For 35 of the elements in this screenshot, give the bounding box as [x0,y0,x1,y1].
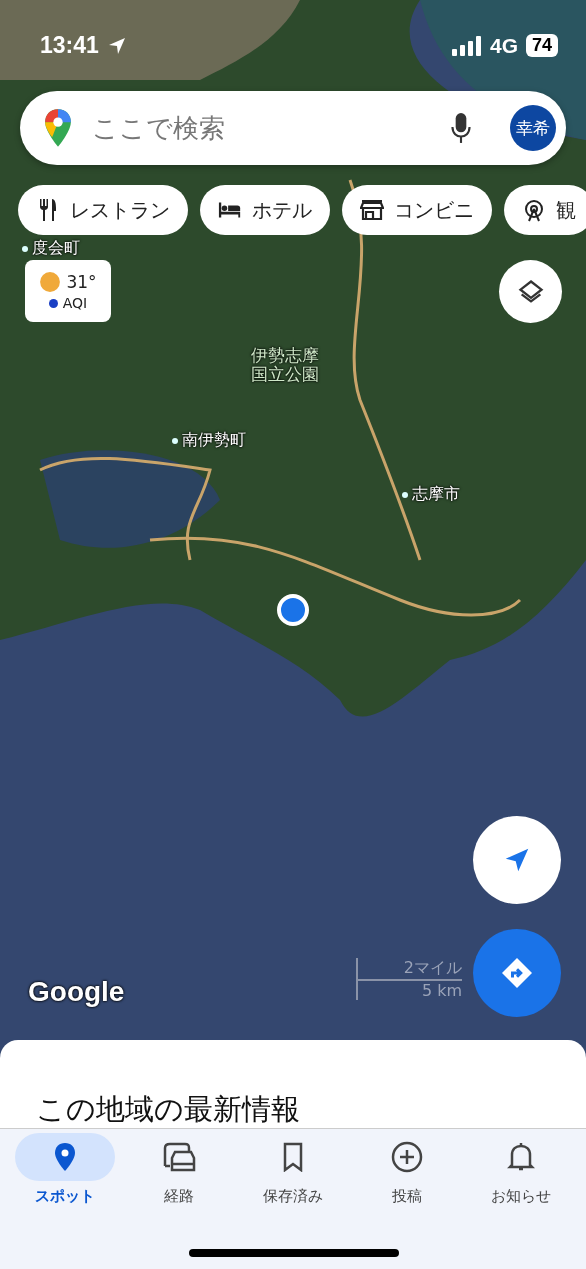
map-scale: 2マイル 5 km [356,958,462,1000]
plus-circle-icon [391,1141,423,1173]
account-avatar[interactable]: 幸希 [510,105,556,151]
map-place-label: 度会町 [22,238,80,259]
search-bar[interactable]: ここで検索 幸希 [20,91,566,165]
sheet-title: この地域の最新情報 [36,1091,300,1128]
network-type: 4G [489,33,518,58]
nav-tab[interactable]: お知らせ [469,1133,573,1206]
nav-tab[interactable]: 経路 [127,1133,231,1206]
nav-tab[interactable]: 投稿 [355,1133,459,1206]
bookmark-icon [281,1142,305,1172]
bottom-sheet[interactable]: この地域の最新情報 [0,1040,586,1128]
map-place-label: 志摩市 [402,484,460,505]
bell-icon [507,1141,535,1173]
nav-tab[interactable]: 保存済み [241,1133,345,1206]
category-chip[interactable]: 観 [504,185,586,235]
map-pin-logo-icon [44,108,72,148]
aqi-dot-icon [48,298,58,308]
status-time: 13:41 [40,32,99,59]
sun-icon [39,271,62,293]
map-place-label: 南伊勢町 [172,430,246,451]
google-logo: Google [28,976,125,1008]
car-icon [161,1142,197,1172]
ferris-wheel-icon [522,198,546,222]
map-pin-icon [53,1142,77,1172]
temperature: 31° [66,272,97,292]
signal-icon [451,35,482,56]
storefront-icon [360,198,384,222]
category-chip[interactable]: レストラン [18,185,188,235]
aqi-label: AQI [62,295,88,311]
map-place-label: 伊勢志摩国立公園 [250,346,320,384]
weather-card[interactable]: 31° AQI [25,260,111,322]
category-chip[interactable]: ホテル [200,185,330,235]
category-chip[interactable]: コンビニ [342,185,492,235]
microphone-icon[interactable] [450,112,472,144]
